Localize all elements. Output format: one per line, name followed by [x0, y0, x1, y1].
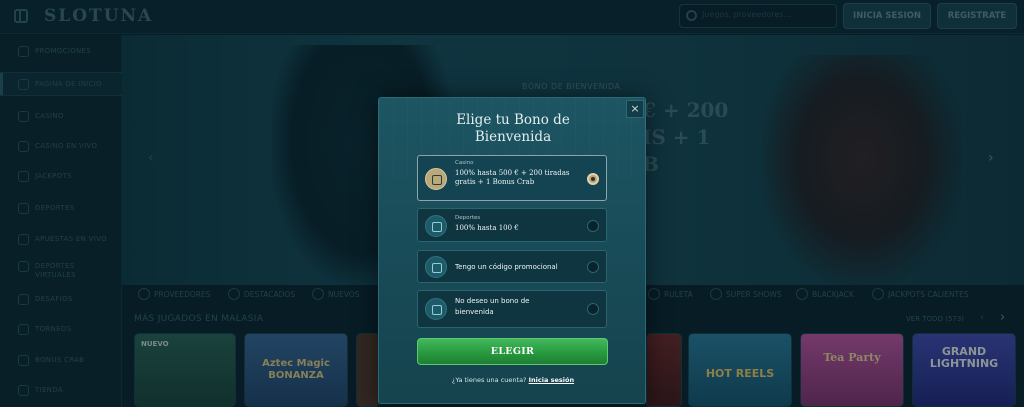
bonus-option-radio[interactable] — [587, 173, 599, 185]
bonus-option-radio[interactable] — [587, 261, 599, 273]
login-link[interactable]: Inicia sesión — [529, 376, 574, 384]
page-root: SLOTUNA Juegos, proveedores... INICIA SE… — [0, 0, 1024, 407]
bonus-option-casino[interactable]: Casino 100% hasta 500 € + 200 tiradas gr… — [417, 155, 607, 201]
welcome-bonus-modal: × Elige tu Bono de Bienvenida Casino 100… — [378, 97, 647, 404]
bonus-option-category: Deportes — [455, 215, 481, 221]
login-prompt: ¿Ya tienes una cuenta? Inicia sesión — [379, 376, 647, 384]
login-prompt-text: ¿Ya tienes una cuenta? — [451, 376, 527, 384]
bonus-option-text: 100% hasta 100 € — [455, 224, 519, 232]
bonus-option-text: No deseo un bono de bienvenida — [455, 297, 530, 316]
bonus-option-deportes[interactable]: Deportes 100% hasta 100 € — [417, 208, 607, 242]
bonus-option-category: Casino — [455, 160, 474, 166]
bonus-option-none[interactable]: No deseo un bono de bienvenida — [417, 290, 607, 328]
choose-button[interactable]: ELEGIR — [417, 338, 608, 365]
bonus-option-radio[interactable] — [587, 220, 599, 232]
sports-icon — [425, 215, 447, 237]
bonus-option-promo-code[interactable]: Tengo un código promocional — [417, 250, 607, 283]
ticket-icon — [425, 256, 447, 278]
bonus-option-radio[interactable] — [587, 303, 599, 315]
casino-icon — [425, 168, 447, 190]
no-bonus-icon — [425, 298, 447, 320]
bonus-option-text: 100% hasta 500 € + 200 tiradas gratis + … — [455, 169, 570, 186]
bonus-option-text: Tengo un código promocional — [455, 263, 558, 271]
modal-title: Elige tu Bono de Bienvenida — [456, 112, 570, 145]
